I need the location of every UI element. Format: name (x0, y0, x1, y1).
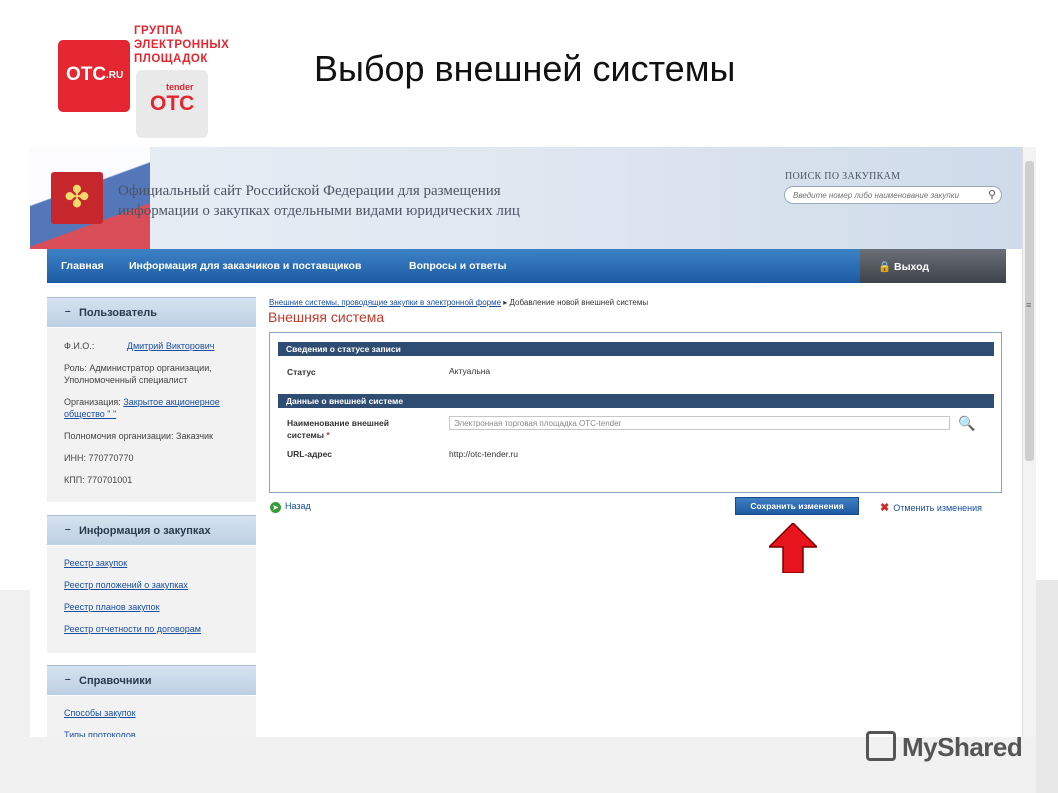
exit-button[interactable]: 🔒 Выход (860, 249, 1006, 283)
otc-logo-suffix: .RU (106, 70, 124, 81)
nav-faq[interactable]: Вопросы и ответы (409, 260, 507, 272)
url-label: URL-адрес (287, 449, 332, 459)
otc-logo-text: OTC (66, 64, 107, 85)
panel-refs-header[interactable]: – Справочники (47, 665, 256, 695)
panel-purchases-body: Реестр закупок Реестр положений о закупк… (47, 546, 256, 653)
myshared-watermark: MyShared (866, 731, 1023, 763)
label-text: системы (287, 430, 325, 440)
role-line: Роль: Администратор организации, (64, 363, 212, 373)
scrollbar[interactable]: ≡ (1022, 147, 1036, 737)
group-logo-text: ГРУППА ЭЛЕКТРОННЫХ ПЛОЩАДОК (134, 24, 229, 66)
breadcrumb-current: Добавление новой внешней системы (509, 298, 649, 307)
link-purchase-methods[interactable]: Способы закупок (64, 707, 136, 719)
exit-text: Выход (894, 261, 930, 273)
panel-purchases-header[interactable]: – Информация о закупках (47, 515, 256, 545)
org-link-line2[interactable]: общество " " (64, 408, 220, 420)
lookup-search-icon[interactable]: 🔍 (958, 415, 975, 432)
save-changes-button[interactable]: Сохранить изменения (735, 497, 859, 515)
group-line: ГРУППА (134, 25, 184, 37)
link-purchase-registry[interactable]: Реестр закупок (64, 557, 127, 569)
cancel-x-icon: ✖ (880, 502, 890, 514)
external-system-form: Сведения о статусе записи Статус Актуаль… (269, 332, 1002, 493)
panel-title: Пользователь (79, 307, 158, 319)
kpp-text: КПП: 770701001 (64, 475, 133, 485)
org-label: Организация: (64, 397, 121, 407)
section-status-header: Сведения о статусе записи (278, 342, 994, 356)
tender-logo-big: OTC (150, 92, 195, 115)
status-label: Статус (287, 367, 316, 377)
panel-user-header[interactable]: – Пользователь (47, 297, 256, 327)
otc-tender-logo: tender OTC (136, 70, 208, 138)
breadcrumb-link[interactable]: Внешние системы, проводящие закупки в эл… (269, 298, 501, 307)
slide-title: Выбор внешней системы (314, 48, 736, 89)
search-input[interactable] (793, 189, 978, 201)
link-plans-registry[interactable]: Реестр планов закупок (64, 601, 160, 613)
exit-label: 🔒 Выход (878, 261, 930, 273)
nav-info[interactable]: Информация для заказчиков и поставщиков (129, 260, 361, 272)
url-value: http://otc-tender.ru (449, 449, 518, 459)
panel-title: Справочники (79, 675, 152, 687)
page-title: Внешняя система (268, 309, 385, 325)
link-reports-registry[interactable]: Реестр отчетности по договорам (64, 623, 201, 635)
breadcrumb: Внешние системы, проводящие закупки в эл… (269, 298, 648, 307)
main-navigation: Главная Информация для заказчиков и пост… (47, 249, 1006, 283)
search-icon[interactable]: ⚲ (988, 188, 996, 201)
fio-label: Ф.И.О.: (64, 341, 95, 351)
status-value: Актуальна (449, 366, 491, 376)
collapse-icon: – (65, 674, 71, 685)
browser-screenshot: ✤ Официальный сайт Российской Федерации … (30, 147, 1023, 737)
role-line: Уполномоченный специалист (64, 375, 188, 385)
panel-refs-body: Способы закупок Типы протоколов (47, 696, 256, 737)
label-line: Наименование внешней (287, 418, 389, 428)
group-line: ПЛОЩАДОК (134, 53, 208, 65)
coat-of-arms-icon: ✤ (51, 172, 103, 224)
site-title-line: информации о закупках отдельными видами … (118, 203, 520, 219)
link-regulations-registry[interactable]: Реестр положений о закупках (64, 579, 188, 591)
system-name-field[interactable] (449, 416, 950, 430)
collapse-icon: – (65, 306, 71, 317)
slide: { "slide": { "title": "Выбор внешней сис… (0, 0, 1058, 793)
fio-row: Ф.И.О.: Дмитрий Викторович (64, 340, 214, 352)
panel-user-body: Ф.И.О.: Дмитрий Викторович Роль: Админис… (47, 328, 256, 502)
otc-logo: OTC .RU (58, 40, 130, 112)
group-line: ЭЛЕКТРОННЫХ (134, 39, 230, 51)
panel-title: Информация о закупках (79, 525, 211, 537)
inn-text: ИНН: 770770770 (64, 453, 134, 463)
search-box[interactable]: ⚲ (784, 186, 1002, 204)
site-header: ✤ Официальный сайт Российской Федерации … (30, 147, 1023, 249)
cancel-label: Отменить изменения (893, 503, 983, 513)
site-title-line: Официальный сайт Российской Федерации дл… (118, 183, 501, 199)
scrollbar-thumb[interactable] (1025, 161, 1034, 461)
link-protocol-types[interactable]: Типы протоколов (64, 729, 136, 737)
back-arrow-icon: ➤ (270, 502, 281, 513)
watermark-text: MyShared (902, 732, 1023, 762)
label-line: системы * (287, 429, 389, 441)
tender-logo-small: tender (166, 82, 194, 92)
pointer-arrow-icon (769, 523, 817, 573)
search-label: ПОИСК ПО ЗАКУПКАМ (785, 171, 901, 182)
nav-home[interactable]: Главная (61, 260, 104, 272)
role-text: Роль: Администратор организации, Уполном… (64, 362, 212, 386)
section-system-header: Данные о внешней системе (278, 394, 994, 408)
back-link[interactable]: ➤ Назад (270, 501, 311, 513)
site-title: Официальный сайт Российской Федерации дл… (118, 181, 520, 221)
presentation-icon (866, 731, 896, 761)
decor-block (1036, 580, 1058, 793)
cancel-changes-link[interactable]: ✖ Отменить изменения (880, 501, 982, 514)
org-row: Организация: Закрытое акционерное общест… (64, 396, 220, 420)
powers-text: Полномочия организации: Заказчик (64, 431, 213, 441)
system-name-label: Наименование внешней системы * (287, 417, 389, 441)
back-label: Назад (285, 501, 311, 511)
required-mark: * (326, 430, 330, 440)
org-link[interactable]: Закрытое акционерное (123, 397, 219, 407)
collapse-icon: – (65, 524, 71, 535)
scroll-grip-icon: ≡ (1026, 300, 1032, 310)
fio-link[interactable]: Дмитрий Викторович (103, 341, 215, 351)
